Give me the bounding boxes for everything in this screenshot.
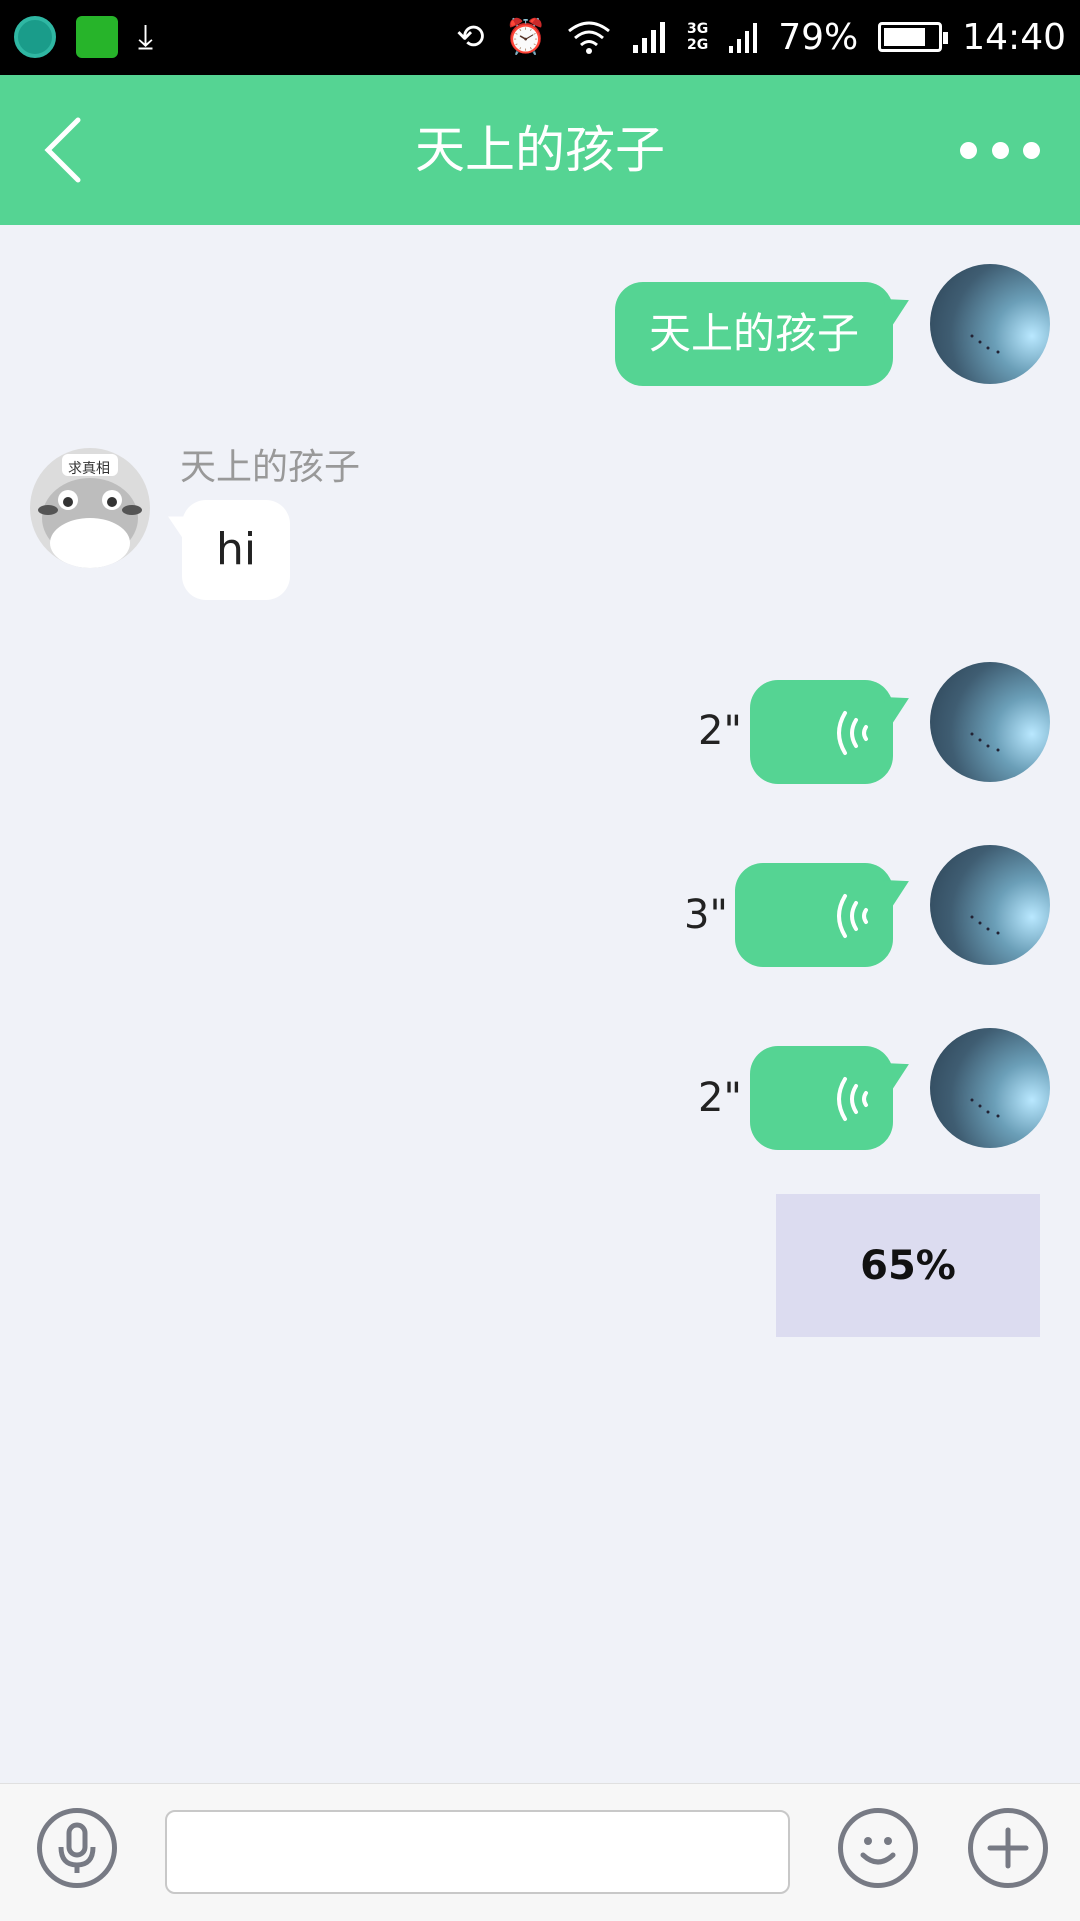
contact-avatar[interactable]: 求真相 <box>30 448 150 568</box>
smiley-icon <box>860 1837 896 1865</box>
plus-icon <box>987 1827 1029 1869</box>
avatar-dots <box>970 1098 1000 1118</box>
chat-header: 天上的孩子 <box>0 75 1080 225</box>
outgoing-text-bubble[interactable]: 天上的孩子 <box>615 282 893 386</box>
incoming-text-bubble[interactable]: hi <box>182 500 290 600</box>
avatar-dots <box>970 915 1000 935</box>
page-title: 天上的孩子 <box>415 121 665 179</box>
my-avatar[interactable] <box>930 845 1050 965</box>
upload-progress-text: 65% <box>860 1242 956 1289</box>
voice-duration: 2" <box>698 1075 742 1121</box>
battery-percent: 79% <box>778 16 859 58</box>
input-bar <box>0 1783 1080 1921</box>
avatar-label: 求真相 <box>68 461 110 477</box>
app-icon <box>14 16 56 58</box>
more-dot <box>960 141 977 159</box>
more-dot <box>1023 141 1040 159</box>
network-type: 3G 2G <box>687 21 708 53</box>
wifi-icon <box>568 21 610 54</box>
emoji-button[interactable] <box>838 1808 918 1888</box>
status-bar: ⤓ ⟲ ⏰ 3G 2G 79% 14:40 <box>0 0 1080 75</box>
more-dot <box>991 141 1009 159</box>
my-avatar[interactable] <box>930 662 1050 782</box>
download-icon: ⤓ <box>138 17 154 57</box>
status-notifications: ⤓ <box>14 16 153 58</box>
avatar-dots <box>970 732 1000 752</box>
alarm-icon: ⏰ <box>504 17 547 57</box>
voice-duration: 2" <box>698 708 742 754</box>
message-text: 天上的孩子 <box>648 309 859 358</box>
voice-message-bubble[interactable] <box>750 1046 893 1150</box>
voice-wave-icon <box>837 894 868 938</box>
my-avatar[interactable] <box>930 1028 1050 1148</box>
network-bottom: 2G <box>687 37 709 53</box>
network-top: 3G <box>687 21 709 37</box>
my-avatar[interactable] <box>930 264 1050 384</box>
voice-message-bubble[interactable] <box>735 863 893 967</box>
voice-message-bubble[interactable] <box>750 680 893 784</box>
status-system: ⟲ ⏰ 3G 2G 79% 14:40 <box>456 12 1066 62</box>
sender-name: 天上的孩子 <box>180 447 361 488</box>
wechat-icon <box>76 16 118 58</box>
battery-fill <box>884 28 926 46</box>
voice-wave-icon <box>837 1077 868 1121</box>
voice-wave-icon <box>837 711 868 755</box>
add-button[interactable] <box>968 1808 1048 1888</box>
battery-icon <box>878 22 949 52</box>
message-input[interactable] <box>165 1810 790 1894</box>
rotate-icon: ⟲ <box>456 17 485 57</box>
upload-progress: 65% <box>776 1194 1040 1337</box>
signal-icon <box>633 22 665 53</box>
voice-input-button[interactable] <box>37 1808 117 1888</box>
message-text: hi <box>215 524 257 575</box>
more-button[interactable] <box>960 130 1040 170</box>
avatar-dots <box>970 334 1000 354</box>
clock: 14:40 <box>962 16 1066 58</box>
voice-duration: 3" <box>684 892 728 938</box>
microphone-icon <box>58 1822 96 1873</box>
signal-icon-2 <box>729 23 758 53</box>
